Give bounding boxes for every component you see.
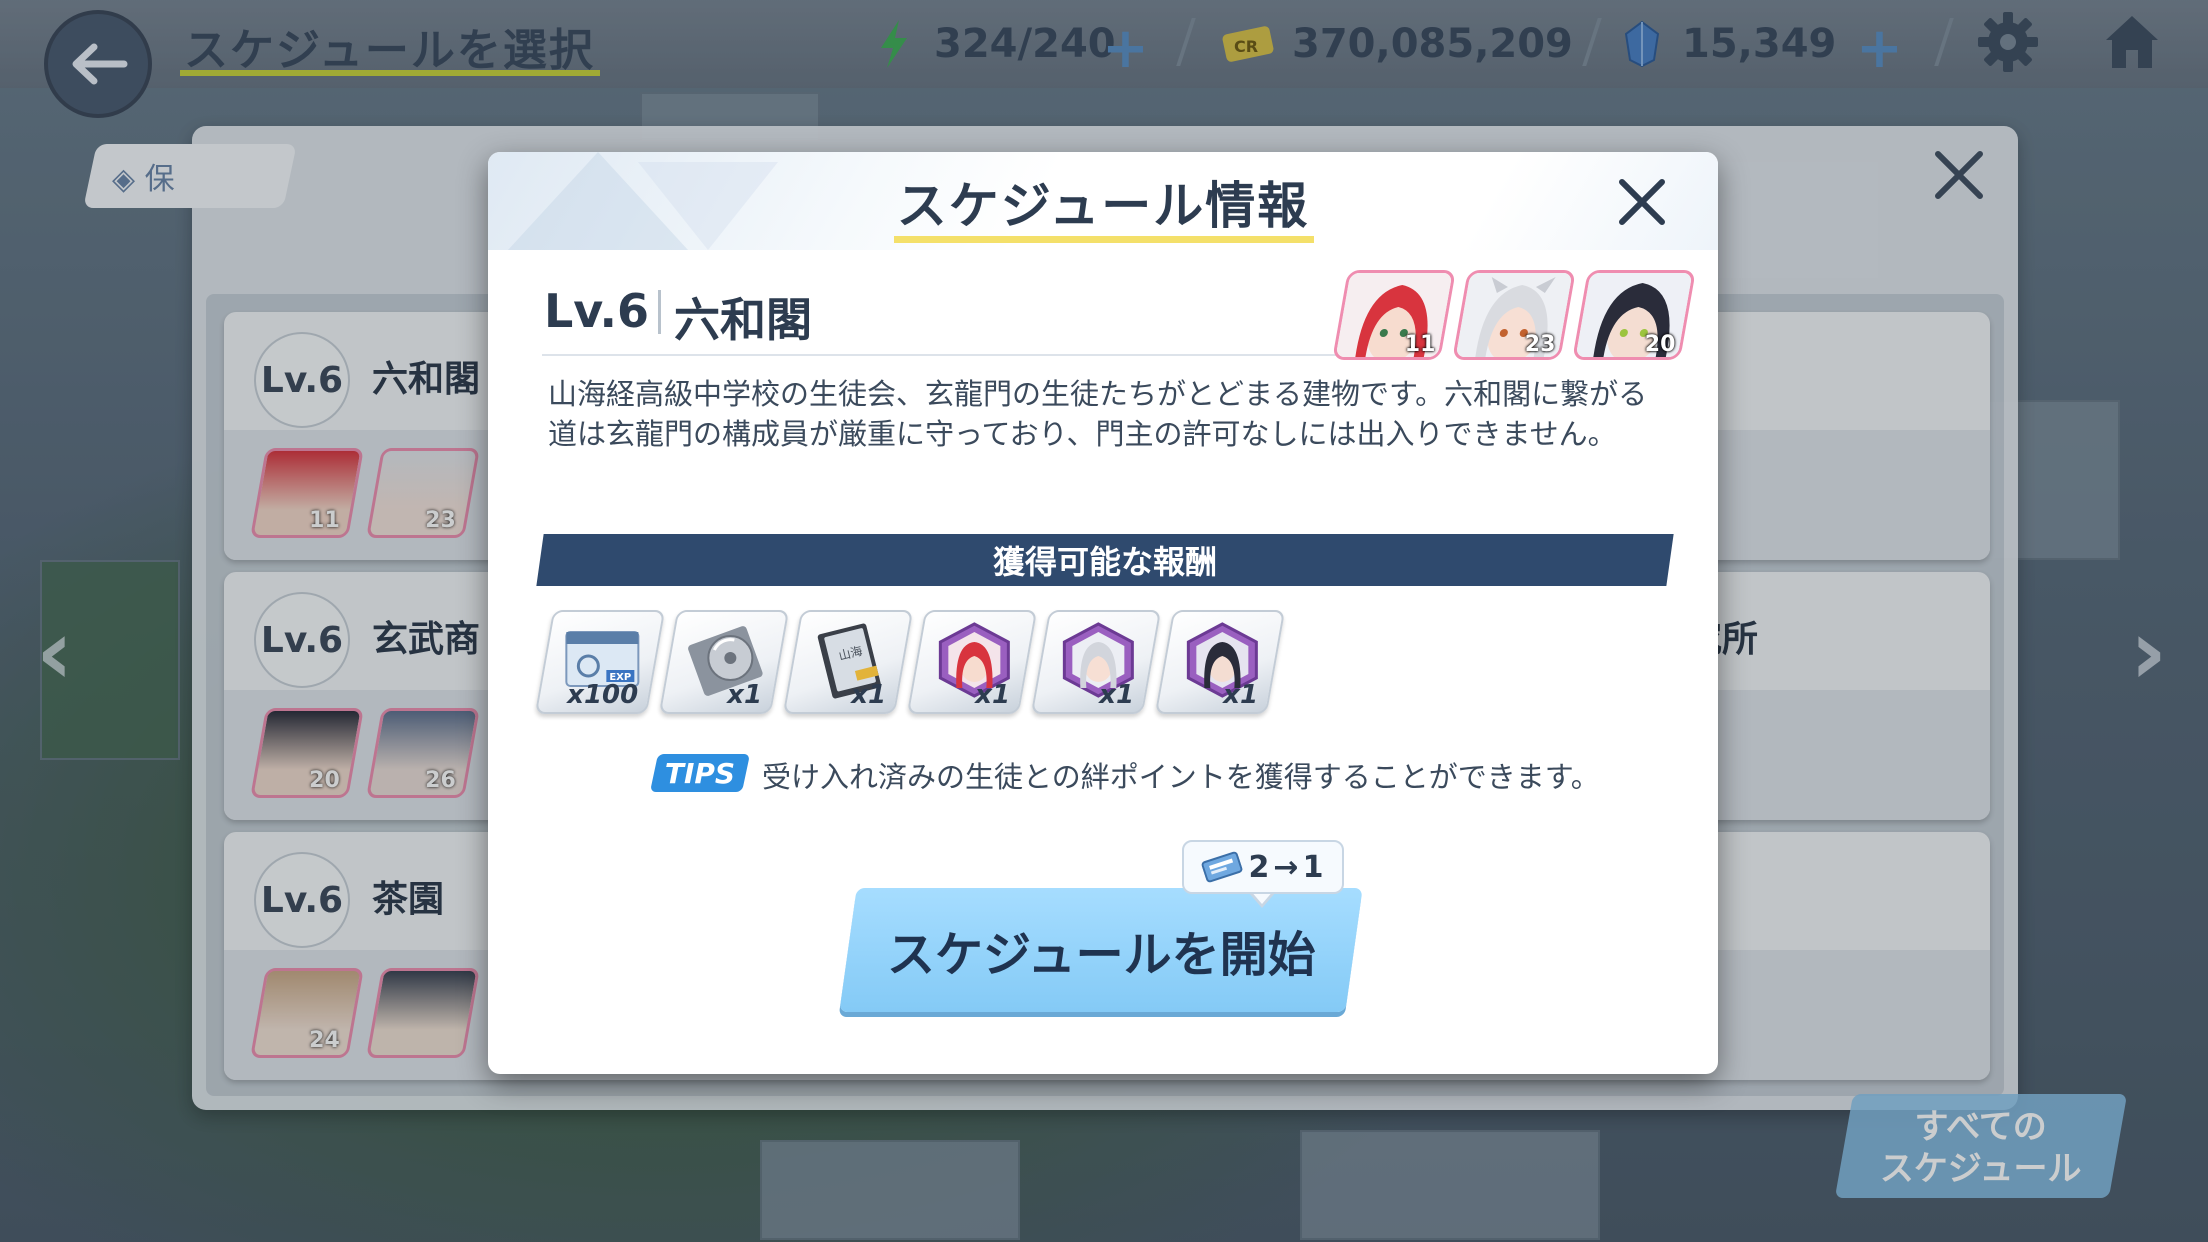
tips-badge: TIPS <box>649 754 751 792</box>
tips-label: TIPS <box>664 756 736 790</box>
schedule-location: 六和閣 <box>674 293 812 347</box>
title-underline <box>894 236 1314 243</box>
reward-item[interactable]: x1 <box>658 610 790 714</box>
tips-text: 受け入れ済みの生徒との絆ポイントを獲得することができます。 <box>762 760 1600 794</box>
divider <box>542 354 1370 356</box>
close-icon[interactable] <box>1614 174 1670 230</box>
reward-count: x1 <box>851 680 887 710</box>
reward-count: x1 <box>727 680 763 710</box>
reward-item[interactable]: x1 <box>1030 610 1162 714</box>
reward-header: 獲得可能な報酬 <box>536 534 1674 586</box>
reward-item[interactable]: x1 <box>906 610 1038 714</box>
reward-item[interactable]: x1 <box>1154 610 1286 714</box>
cost-from: 2 <box>1248 849 1270 885</box>
bond-level: 23 <box>1525 332 1556 357</box>
student-avatar[interactable]: 23 <box>1452 270 1576 360</box>
schedule-description: 山海経高級中学校の生徒会、玄龍門の生徒たちがとどまる建物です。六和閣に繋がる道は… <box>548 377 1648 451</box>
reward-count: x1 <box>1223 680 1259 710</box>
cost-to: 1 <box>1302 849 1324 885</box>
student-face-icon <box>1334 273 1456 360</box>
schedule-level: Lv.6 <box>544 284 650 338</box>
reward-header-label: 獲得可能な報酬 <box>992 543 1217 581</box>
reward-item[interactable]: EXP x100 <box>534 610 666 714</box>
reward-count: x1 <box>975 680 1011 710</box>
student-face-icon <box>1574 273 1696 360</box>
ticket-cost-bubble: 2 → 1 <box>1182 840 1344 894</box>
bond-level: 20 <box>1645 332 1676 357</box>
start-schedule-button[interactable]: スケジュールを開始 <box>839 888 1363 1012</box>
modal-title: スケジュール情報 <box>896 177 1310 235</box>
reward-count: x100 <box>567 680 639 710</box>
student-avatar[interactable]: 11 <box>1332 270 1456 360</box>
schedule-info-modal: スケジュール情報 Lv.6 六和閣 11 23 20 山海経高級中学校の生徒会、… <box>488 152 1718 1074</box>
start-schedule-label: スケジュールを開始 <box>886 927 1316 983</box>
bond-level: 11 <box>1405 332 1436 357</box>
schedule-ticket-icon <box>1201 851 1242 883</box>
cost-arrow: → <box>1273 849 1299 885</box>
divider <box>658 290 661 334</box>
student-face-icon <box>1454 273 1576 360</box>
student-avatar[interactable]: 20 <box>1572 270 1696 360</box>
reward-count: x1 <box>1099 680 1135 710</box>
reward-item[interactable]: 山海 x1 <box>782 610 914 714</box>
